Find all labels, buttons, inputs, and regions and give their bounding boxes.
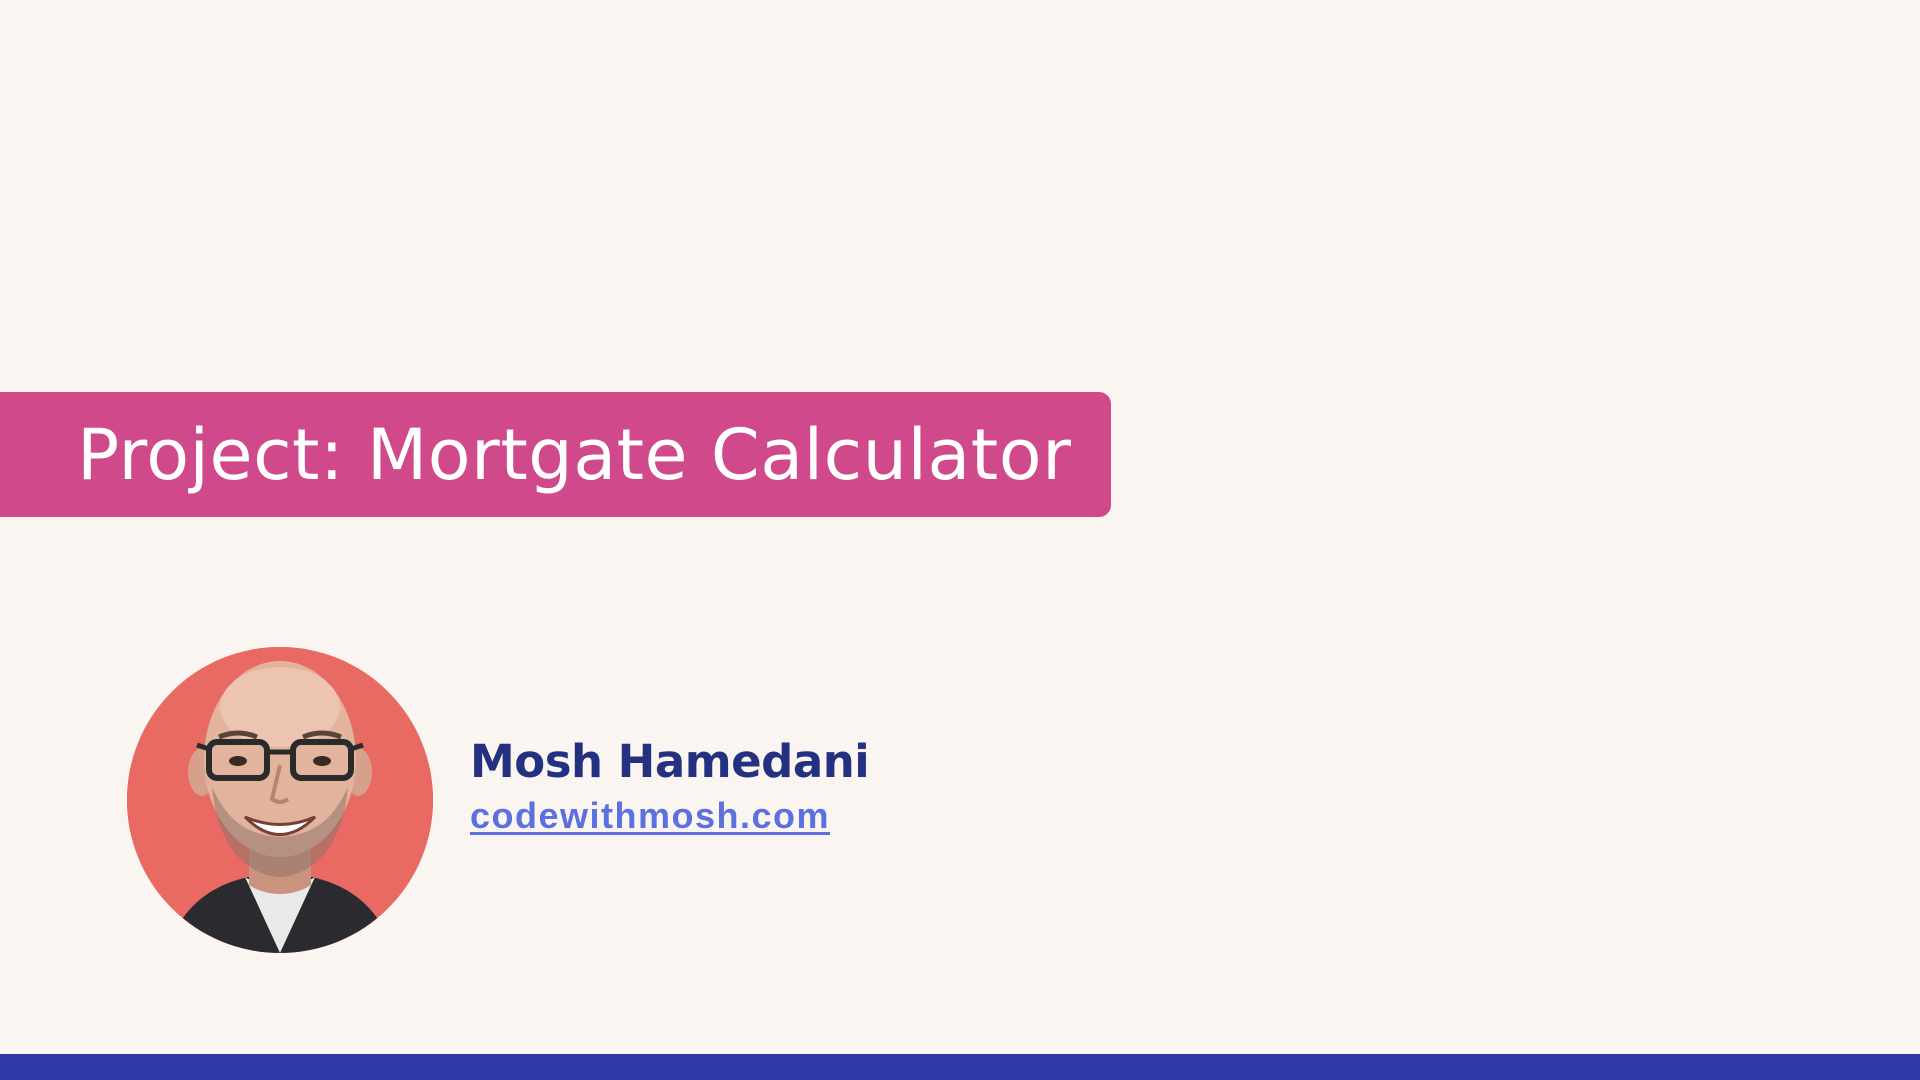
- author-website-link[interactable]: codewithmosh.com: [470, 795, 830, 837]
- author-name: Mosh Hamedani: [470, 735, 870, 788]
- bottom-accent-bar: [0, 1054, 1920, 1080]
- slide-title: Project: Mortgate Calculator: [77, 413, 1072, 496]
- author-photo-icon: [127, 647, 433, 953]
- author-avatar: [127, 647, 433, 953]
- title-banner: Project: Mortgate Calculator: [0, 392, 1111, 517]
